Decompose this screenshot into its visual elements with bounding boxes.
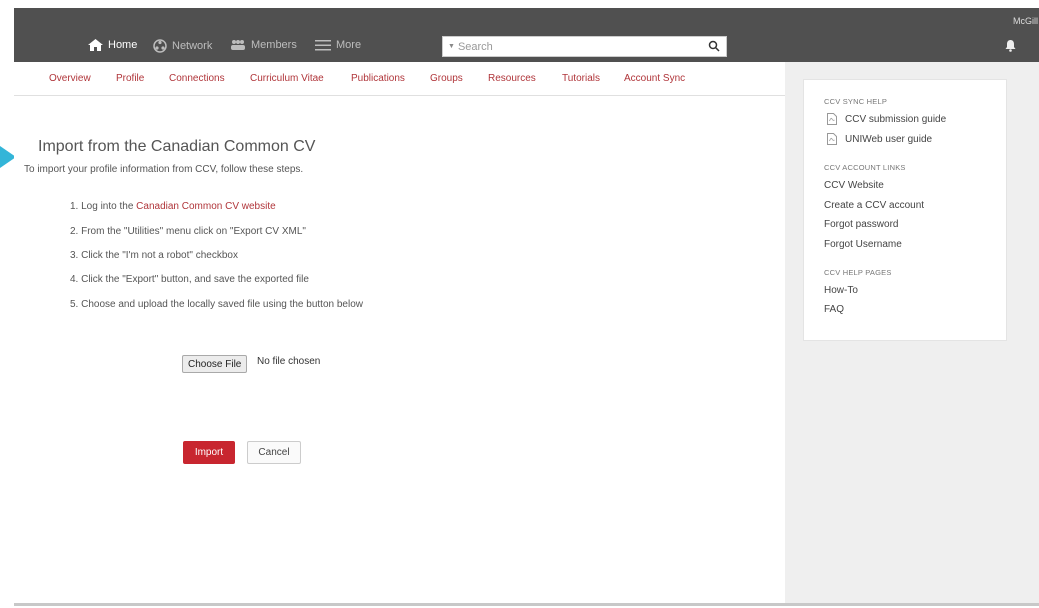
page-title: Import from the Canadian Common CV <box>38 138 316 155</box>
step-1-text: 1. Log into the <box>70 201 137 212</box>
link-forgot-username[interactable]: Forgot Username <box>824 239 902 250</box>
search-input[interactable]: ▼ Search <box>442 36 727 57</box>
tab-groups[interactable]: Groups <box>430 73 463 84</box>
user-name[interactable]: McGill Ho <box>1013 16 1039 26</box>
link-create-ccv-account[interactable]: Create a CCV account <box>824 200 924 211</box>
menu-icon <box>315 40 331 51</box>
account-links-heading: CCV ACCOUNT LINKS <box>824 163 906 172</box>
tab-connections[interactable]: Connections <box>169 73 225 84</box>
nav-network[interactable]: Network <box>153 39 212 53</box>
tab-tutorials[interactable]: Tutorials <box>562 73 600 84</box>
step-item: 5. Choose and upload the locally saved f… <box>70 299 363 310</box>
help-pages-heading: CCV HELP PAGES <box>824 268 892 277</box>
doc-link-label: CCV submission guide <box>845 113 947 125</box>
tab-publications[interactable]: Publications <box>351 73 405 84</box>
search-placeholder: Search <box>457 40 493 53</box>
window-bottom-edge <box>14 603 1039 606</box>
profile-tabs: Overview Profile Connections Curriculum … <box>14 62 785 96</box>
import-button[interactable]: Import <box>183 441 235 464</box>
tab-profile[interactable]: Profile <box>116 73 144 84</box>
pdf-document-icon <box>827 133 837 145</box>
choose-file-button[interactable]: Choose File <box>182 355 248 373</box>
doc-link-label: UNIWeb user guide <box>845 133 933 145</box>
link-ccv-website[interactable]: CCV Website <box>824 180 884 191</box>
tab-curriculum-vitae[interactable]: Curriculum Vitae <box>250 73 324 84</box>
nav-more[interactable]: More <box>315 39 361 51</box>
doc-link-submission-guide[interactable]: CCV submission guide <box>827 113 946 125</box>
nav-home[interactable]: Home <box>88 39 137 51</box>
tab-overview[interactable]: Overview <box>49 73 91 84</box>
file-status: No file chosen <box>257 356 321 367</box>
tab-resources[interactable]: Resources <box>488 73 536 84</box>
link-faq[interactable]: FAQ <box>824 304 844 315</box>
pdf-document-icon <box>827 113 837 125</box>
link-how-to[interactable]: How-To <box>824 285 858 296</box>
search-scope-dropdown-icon[interactable]: ▼ <box>448 43 455 50</box>
link-forgot-password[interactable]: Forgot password <box>824 219 898 230</box>
main-content: Overview Profile Connections Curriculum … <box>14 62 785 606</box>
search-icon[interactable] <box>708 40 720 52</box>
step-item: 4. Click the "Export" button, and save t… <box>70 274 309 285</box>
home-icon <box>88 39 103 51</box>
step-item: 2. From the "Utilities" menu click on "E… <box>70 226 306 237</box>
nav-network-label: Network <box>172 40 213 52</box>
intro-text: To import your profile information from … <box>24 164 304 175</box>
nav-home-label: Home <box>108 39 138 51</box>
notification-bell-icon[interactable] <box>1005 40 1016 52</box>
cancel-button[interactable]: Cancel <box>247 441 301 464</box>
network-icon <box>153 39 167 53</box>
members-icon <box>231 40 245 50</box>
doc-link-user-guide[interactable]: UNIWeb user guide <box>827 133 932 145</box>
step-item: 1. Log into the Canadian Common CV websi… <box>70 201 276 212</box>
top-navigation-bar: Home Network Members More ▼ Search McGil… <box>14 8 1039 62</box>
ccv-website-link[interactable]: Canadian Common CV website <box>136 201 276 212</box>
nav-members[interactable]: Members <box>230 39 297 51</box>
ccv-help-sidebar: CCV SYNC HELP CCV submission guide UNIWe… <box>803 79 1007 341</box>
sync-help-heading: CCV SYNC HELP <box>824 97 888 106</box>
nav-members-label: Members <box>251 39 297 51</box>
step-item: 3. Click the "I'm not a robot" checkbox <box>70 250 238 261</box>
tab-account-sync[interactable]: Account Sync <box>624 73 685 84</box>
nav-more-label: More <box>336 39 362 51</box>
app-window: Home Network Members More ▼ Search McGil… <box>14 8 1039 606</box>
